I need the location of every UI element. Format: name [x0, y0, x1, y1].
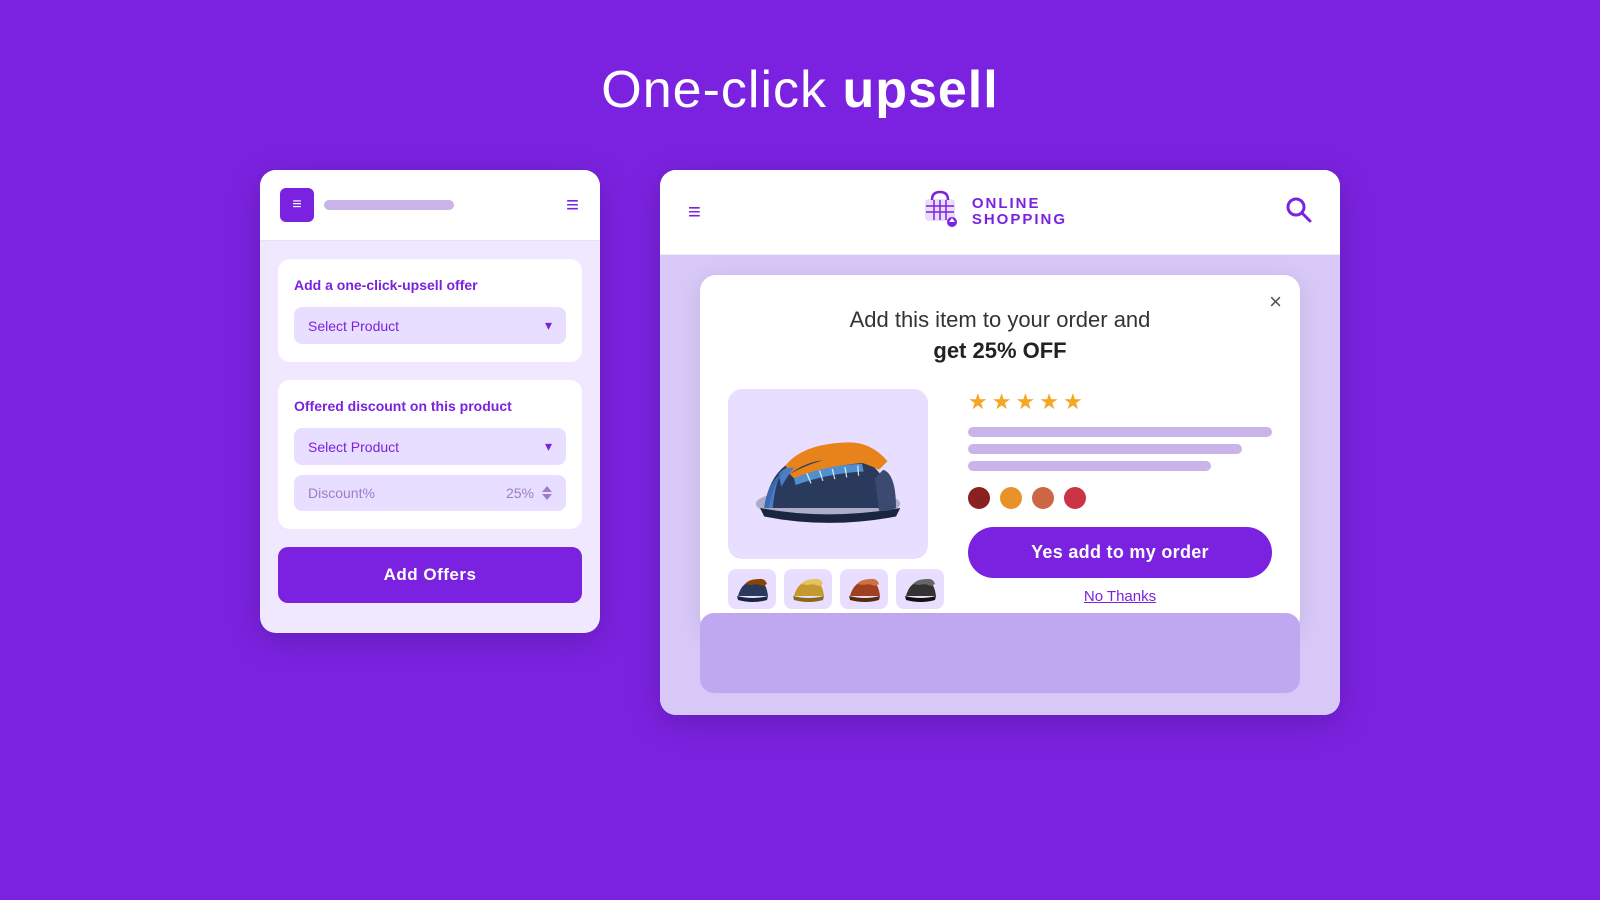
upsell-modal: × Add this item to your order and get 25… — [700, 275, 1300, 633]
desc-line-1 — [968, 427, 1272, 437]
modal-title-bold: get 25% OFF — [933, 338, 1066, 363]
select-product-label-2: Select Product — [308, 439, 399, 455]
select-product-dropdown-2[interactable]: Select Product ▾ — [294, 428, 566, 465]
shoe-thumb-2[interactable] — [784, 569, 832, 609]
desc-line-3 — [968, 461, 1211, 471]
admin-panel: ≡ ≡ Add a one-click-upsell offer Select … — [260, 170, 600, 633]
shoe-main-image — [728, 389, 928, 559]
section2-title: Offered discount on this product — [294, 398, 566, 414]
admin-header-left: ≡ — [280, 188, 454, 222]
chevron-down-icon-1: ▾ — [545, 317, 552, 334]
select-product-label-1: Select Product — [308, 318, 399, 334]
admin-header: ≡ ≡ — [260, 170, 600, 241]
section1-title: Add a one-click-upsell offer — [294, 277, 566, 293]
panels-container: ≡ ≡ Add a one-click-upsell offer Select … — [0, 170, 1600, 715]
modal-title-regular: Add this item to your order and — [850, 307, 1151, 332]
yes-add-to-order-button[interactable]: Yes add to my order — [968, 527, 1272, 578]
discount-label: Discount% — [308, 485, 375, 501]
title-regular: One-click — [601, 61, 842, 119]
swatch-1[interactable] — [968, 487, 990, 509]
shopping-cart-icon — [918, 186, 962, 238]
star-5: ★ — [1063, 389, 1083, 415]
discount-value-row: 25% — [506, 485, 552, 501]
select-product-dropdown-1[interactable]: Select Product ▾ — [294, 307, 566, 344]
shoe-thumb-1[interactable] — [728, 569, 776, 609]
brand-line-1: ONLINE — [972, 196, 1067, 213]
modal-title: Add this item to your order and get 25% … — [728, 305, 1272, 367]
product-desc-lines — [968, 427, 1272, 471]
star-2: ★ — [992, 389, 1012, 415]
star-rating: ★ ★ ★ ★ ★ — [968, 389, 1272, 415]
color-swatches — [968, 487, 1272, 509]
admin-header-bar — [324, 200, 454, 210]
shop-content: × Add this item to your order and get 25… — [660, 255, 1340, 715]
background-card — [700, 613, 1300, 693]
swatch-4[interactable] — [1064, 487, 1086, 509]
desc-line-2 — [968, 444, 1242, 454]
discount-value: 25% — [506, 485, 534, 501]
shop-panel: ≡ — [660, 170, 1340, 715]
spinner-down-icon — [542, 494, 552, 500]
shop-brand: ONLINE SHOPPING — [918, 186, 1067, 238]
page-title: One-click upsell — [601, 60, 998, 120]
shop-brand-text: ONLINE SHOPPING — [972, 196, 1067, 229]
modal-body: ★ ★ ★ ★ ★ — [728, 389, 1272, 609]
brand-line-2: SHOPPING — [972, 212, 1067, 229]
admin-icon: ≡ — [280, 188, 314, 222]
shoe-thumb-3[interactable] — [840, 569, 888, 609]
star-4: ★ — [1039, 389, 1059, 415]
shop-hamburger-icon[interactable]: ≡ — [688, 199, 701, 225]
shoe-thumb-4[interactable] — [896, 569, 944, 609]
shoe-thumbnails — [728, 569, 944, 609]
shoe-image-section — [728, 389, 944, 609]
discount-row: Discount% 25% — [294, 475, 566, 511]
star-1: ★ — [968, 389, 988, 415]
chevron-down-icon-2: ▾ — [545, 438, 552, 455]
search-icon[interactable] — [1284, 195, 1312, 230]
admin-section-upsell: Add a one-click-upsell offer Select Prod… — [278, 259, 582, 362]
swatch-2[interactable] — [1000, 487, 1022, 509]
add-offers-button[interactable]: Add Offers — [278, 547, 582, 603]
no-thanks-link[interactable]: No Thanks — [968, 588, 1272, 605]
swatch-3[interactable] — [1032, 487, 1054, 509]
star-3: ★ — [1015, 389, 1035, 415]
hamburger-icon[interactable]: ≡ — [566, 192, 580, 218]
title-bold: upsell — [842, 61, 998, 119]
product-details: ★ ★ ★ ★ ★ — [968, 389, 1272, 605]
close-button[interactable]: × — [1269, 289, 1282, 315]
spinner-up-icon — [542, 486, 552, 492]
spinner-icon[interactable] — [542, 486, 552, 500]
admin-section-discount: Offered discount on this product Select … — [278, 380, 582, 529]
shop-header: ≡ — [660, 170, 1340, 255]
